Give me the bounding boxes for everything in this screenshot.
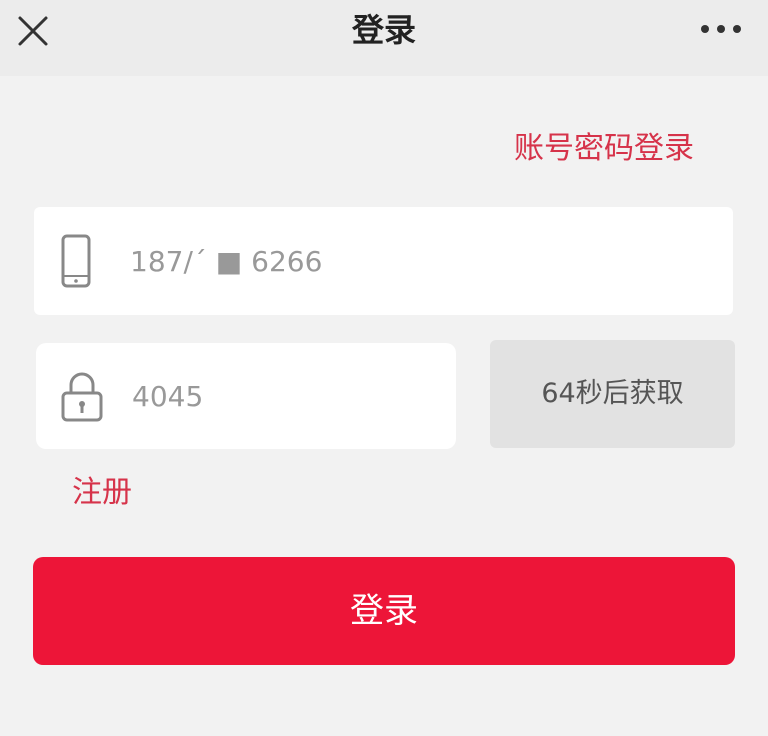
register-link[interactable]: 注册 [72,472,132,514]
phone-field [34,207,733,315]
login-button[interactable]: 登录 [33,557,735,665]
code-input[interactable] [132,343,432,449]
password-login-link[interactable]: 账号密码登录 [514,128,694,170]
phone-icon [61,234,91,288]
more-button[interactable] [696,14,746,44]
phone-input[interactable] [130,207,690,315]
lock-icon [61,372,103,422]
navigation-bar: 登录 [0,0,768,76]
more-horizontal-icon [701,25,741,33]
code-field [36,343,456,449]
get-code-button[interactable]: 64秒后获取 [490,340,735,448]
page-title: 登录 [351,11,416,49]
